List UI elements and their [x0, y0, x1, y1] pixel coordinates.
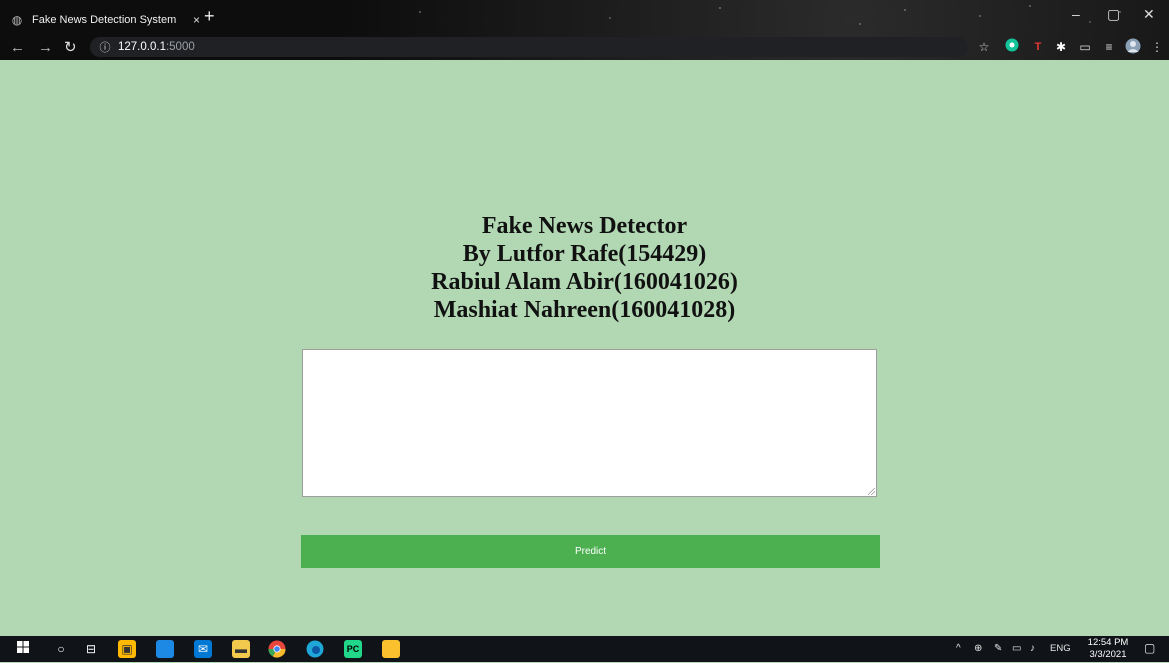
reload-icon[interactable]: ↻ [64, 36, 77, 58]
bookmark-star-icon[interactable]: ☆ [975, 38, 993, 56]
tab-close-icon[interactable]: × [193, 13, 200, 27]
app-blue-icon[interactable] [156, 640, 174, 658]
file-explorer-icon[interactable]: ▬ [232, 640, 250, 658]
store-icon[interactable]: ▣ [118, 640, 136, 658]
browser-chrome: ◍ Fake News Detection System × + – ▢ ✕ ←… [0, 0, 1169, 60]
browser-tab[interactable]: ◍ Fake News Detection System × [10, 8, 200, 32]
tray-chevron-icon[interactable]: ^ [956, 643, 961, 654]
taskbar: ○ ⊟ ▣ ✉ ▬ PC ^ ⊕ ✎ ▭ ♪ ENG 12:54 PM 3/3/… [0, 636, 1169, 662]
predict-button[interactable]: Predict [301, 535, 880, 568]
title-line: Rabiul Alam Abir(160041026) [431, 269, 738, 295]
grammarly-extension-icon[interactable] [1003, 38, 1021, 56]
cast-icon[interactable]: ▭ [1076, 38, 1094, 56]
windows-start-icon[interactable] [14, 640, 32, 658]
title-line: Fake News Detector [481, 213, 688, 239]
media-queue-icon[interactable]: ≡ [1100, 38, 1118, 56]
chrome-icon[interactable] [268, 640, 286, 658]
pycharm-icon[interactable]: PC [344, 640, 362, 658]
tray-pen-icon[interactable]: ✎ [994, 643, 1002, 654]
address-bar[interactable]: ⓘ 127.0.0.1:5000 [90, 37, 968, 57]
resize-handle-icon[interactable] [868, 488, 875, 495]
clock[interactable]: 12:54 PM 3/3/2021 [1086, 637, 1130, 661]
title-line: Mashiat Nahreen(160041028) [433, 297, 736, 323]
new-tab-button[interactable]: + [204, 6, 215, 27]
extension-red-icon[interactable]: T [1029, 38, 1047, 56]
clock-date: 3/3/2021 [1089, 649, 1127, 660]
maximize-icon[interactable]: ▢ [1107, 6, 1120, 23]
task-view-icon[interactable]: ⊟ [82, 640, 100, 658]
back-icon[interactable]: ← [10, 36, 25, 58]
network-icon[interactable]: ▭ [1012, 643, 1021, 654]
mail-icon[interactable]: ✉ [194, 640, 212, 658]
menu-kebab-icon[interactable]: ⋮ [1148, 38, 1166, 56]
sticky-notes-icon[interactable] [382, 640, 400, 658]
site-info-icon[interactable]: ⓘ [98, 39, 112, 55]
volume-icon[interactable]: ♪ [1030, 643, 1035, 654]
minimize-icon[interactable]: – [1072, 6, 1080, 22]
title-line: By Lutfor Rafe(154429) [462, 241, 707, 267]
globe-icon: ◍ [11, 13, 23, 27]
forward-icon[interactable]: → [38, 36, 53, 58]
page-title: Fake News Detector By Lutfor Rafe(154429… [0, 212, 1169, 324]
clock-time: 12:54 PM [1087, 637, 1129, 648]
close-window-icon[interactable]: ✕ [1143, 6, 1155, 23]
profile-avatar[interactable] [1124, 38, 1142, 56]
tray-device-icon[interactable]: ⊕ [974, 643, 982, 654]
url-host: 127.0.0.1 [118, 41, 166, 53]
extensions-puzzle-icon[interactable]: ✱ [1052, 38, 1070, 56]
language-indicator[interactable]: ENG [1050, 643, 1071, 654]
tab-title: Fake News Detection System [32, 14, 177, 26]
news-text-input[interactable] [302, 349, 877, 497]
search-icon[interactable]: ○ [52, 640, 70, 658]
edge-icon[interactable] [306, 640, 324, 658]
url-port: :5000 [165, 41, 195, 53]
notifications-icon[interactable]: ▢ [1144, 641, 1155, 655]
